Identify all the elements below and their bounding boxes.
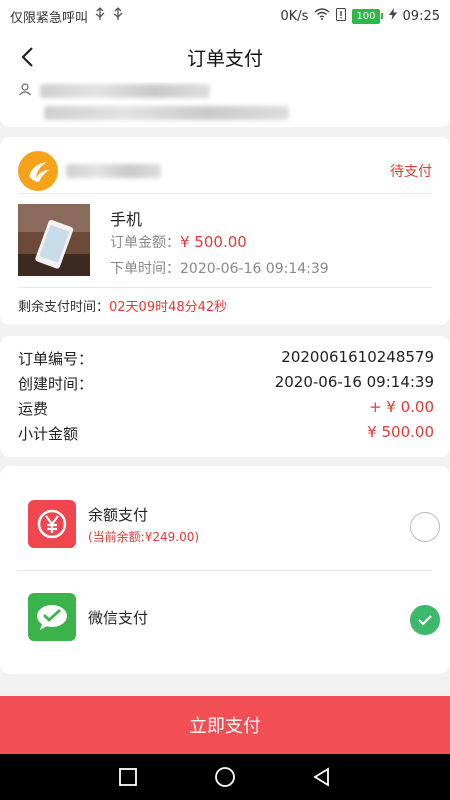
wifi-icon bbox=[314, 8, 330, 24]
shop-name-redacted bbox=[66, 164, 161, 178]
system-nav-bar bbox=[0, 754, 450, 800]
balance-pay-option[interactable]: 余额支付 (当前余额:¥249.00) bbox=[0, 476, 450, 576]
shop-row: 待支付 bbox=[18, 150, 432, 192]
usb-icon bbox=[94, 7, 106, 25]
order-time-value: 2020-06-16 09:14:39 bbox=[180, 261, 329, 277]
checkmark-icon bbox=[418, 615, 432, 626]
balance-pay-label: 余额支付 bbox=[88, 506, 149, 524]
order-number-row: 订单编号： 2020061610248579 bbox=[18, 348, 434, 369]
shipping-label: 运费 bbox=[18, 400, 49, 418]
recent-apps-button[interactable] bbox=[113, 762, 143, 792]
balance-radio[interactable] bbox=[410, 512, 440, 542]
product-name: 手机 bbox=[110, 210, 143, 229]
order-details-card: 订单编号： 2020061610248579 创建时间： 2020-06-16 … bbox=[0, 336, 450, 457]
page-title: 订单支付 bbox=[186, 47, 263, 70]
chevron-left-icon bbox=[21, 47, 33, 67]
order-time-label: 下单时间： bbox=[110, 261, 180, 277]
carrier-text: 仅限紧急呼叫 bbox=[10, 10, 89, 26]
order-number-label: 订单编号： bbox=[18, 350, 94, 368]
shipping-row: 运费 + ¥ 0.00 bbox=[18, 398, 434, 419]
status-left: 仅限紧急呼叫 bbox=[10, 7, 124, 26]
created-time-label: 创建时间： bbox=[18, 375, 94, 393]
contact-redacted bbox=[40, 84, 210, 98]
subtotal-label: 小计金额 bbox=[18, 425, 79, 443]
wechat-pay-label: 微信支付 bbox=[88, 609, 149, 627]
pay-now-button[interactable]: 立即支付 bbox=[0, 696, 450, 754]
charging-icon bbox=[388, 8, 397, 24]
order-time: 下单时间：2020-06-16 09:14:39 bbox=[110, 258, 329, 278]
balance-amount-text: (当前余额:¥249.00) bbox=[88, 530, 200, 544]
wechat-pay-option[interactable]: 微信支付 bbox=[0, 571, 450, 671]
square-icon bbox=[119, 768, 138, 786]
clock: 09:25 bbox=[402, 8, 440, 24]
battery-level: 100 bbox=[352, 8, 380, 24]
home-button[interactable] bbox=[210, 762, 240, 792]
created-time-value: 2020-06-16 09:14:39 bbox=[274, 373, 434, 391]
created-time-row: 创建时间： 2020-06-16 09:14:39 bbox=[18, 373, 434, 394]
status-right: 0K/s 100 09:25 bbox=[280, 7, 440, 25]
network-speed: 0K/s bbox=[280, 8, 309, 24]
circle-icon bbox=[215, 767, 235, 787]
yuan-icon bbox=[28, 500, 76, 548]
order-status-badge: 待支付 bbox=[390, 164, 432, 180]
order-amount-label: 订单金额： bbox=[110, 235, 180, 251]
nav-bar: 订单支付 bbox=[0, 32, 450, 82]
wechat-icon bbox=[28, 593, 76, 641]
countdown-value: 02天09时48分42秒 bbox=[109, 300, 228, 315]
person-icon bbox=[18, 82, 32, 100]
address-detail bbox=[44, 106, 289, 120]
shop-logo-icon bbox=[18, 151, 58, 191]
payment-methods-card: 余额支付 (当前余额:¥249.00) 微信支付 bbox=[0, 466, 450, 674]
divider bbox=[18, 193, 432, 194]
product-image[interactable] bbox=[18, 204, 90, 276]
system-back-button[interactable] bbox=[307, 762, 337, 792]
triangle-back-icon bbox=[312, 767, 329, 787]
usb-debug-icon bbox=[112, 7, 124, 25]
status-bar: 仅限紧急呼叫 0K/s 100 09:25 bbox=[0, 0, 450, 32]
order-amount-value: ¥ 500.00 bbox=[180, 233, 247, 251]
shop-info bbox=[18, 151, 161, 191]
subtotal-row: 小计金额 ¥ 500.00 bbox=[18, 423, 434, 444]
wechat-radio[interactable] bbox=[410, 605, 440, 635]
countdown-label: 剩余支付时间： bbox=[18, 300, 110, 315]
battery-icon: 100 bbox=[352, 8, 383, 24]
subtotal-value: ¥ 500.00 bbox=[367, 423, 434, 441]
shipping-value: + ¥ 0.00 bbox=[368, 398, 434, 416]
order-amount: 订单金额：¥ 500.00 bbox=[110, 232, 247, 252]
back-button[interactable] bbox=[14, 44, 40, 70]
order-number-value: 2020061610248579 bbox=[281, 348, 434, 366]
address-redacted bbox=[44, 106, 289, 120]
payment-countdown: 剩余支付时间：02天09时48分42秒 bbox=[18, 296, 227, 315]
divider bbox=[18, 287, 432, 288]
address-contact bbox=[18, 82, 210, 100]
sim-alert-icon bbox=[336, 7, 347, 25]
